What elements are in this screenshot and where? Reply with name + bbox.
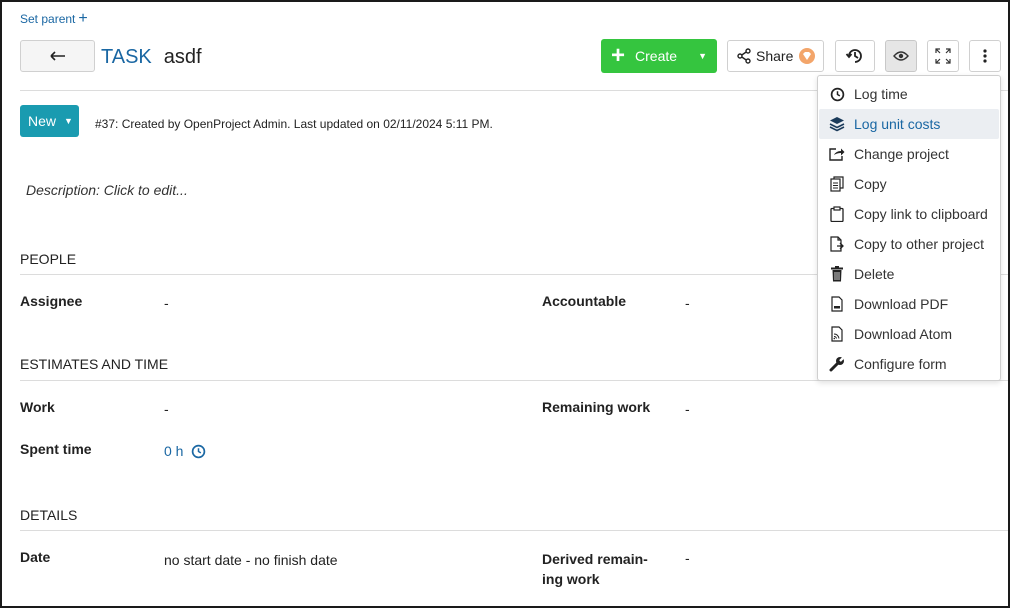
derived-label-line-2: ing work	[542, 571, 600, 587]
menu-item-delete[interactable]: Delete	[819, 259, 999, 289]
menu-item-copy-to-other-project[interactable]: Copy to other project	[819, 229, 999, 259]
spent-time-amount[interactable]: 0 h	[164, 443, 183, 459]
menu-item-configure-form[interactable]: Configure form	[819, 349, 999, 379]
menu-item-label: Download PDF	[854, 296, 949, 312]
menu-item-log-time[interactable]: Log time	[819, 79, 999, 109]
section-title-estimates: ESTIMATES AND TIME	[20, 356, 169, 372]
arrow-left-icon	[49, 51, 65, 61]
derived-remaining-work-value[interactable]: -	[685, 550, 690, 566]
assignee-label: Assignee	[20, 293, 83, 309]
date-label: Date	[20, 549, 51, 565]
date-value[interactable]: no start date - no finish date	[164, 552, 338, 568]
layers-icon	[829, 116, 845, 132]
status-label: New	[28, 113, 57, 129]
pdf-icon	[829, 296, 845, 312]
wrench-icon	[829, 356, 845, 372]
share-icon	[737, 48, 751, 64]
menu-item-copy[interactable]: Copy	[819, 169, 999, 199]
caret-down-icon: ▼	[698, 51, 707, 61]
trash-icon	[829, 266, 845, 282]
menu-item-label: Copy to other project	[854, 236, 984, 252]
remaining-work-value[interactable]: -	[685, 401, 690, 417]
work-package-view: Set parent + TASK asdf + Create ▼ Share	[0, 0, 1010, 608]
eye-icon	[893, 51, 909, 61]
menu-item-label: Log time	[854, 86, 908, 102]
menu-item-label: Download Atom	[854, 326, 953, 342]
copy-icon	[829, 176, 845, 192]
status-button[interactable]: New ▼	[20, 105, 79, 137]
menu-item-label: Delete	[854, 266, 895, 282]
create-button[interactable]: + Create ▼	[601, 39, 717, 73]
menu-item-label: Copy link to clipboard	[854, 206, 988, 222]
section-title-people: PEOPLE	[20, 251, 77, 267]
work-package-subject[interactable]: asdf	[164, 46, 202, 69]
copy-file-icon	[829, 236, 845, 252]
derived-remaining-work-label: Derived remain- ing work	[542, 549, 648, 589]
clock-icon	[829, 86, 845, 102]
fullscreen-button[interactable]	[927, 40, 959, 72]
more-actions-button[interactable]	[969, 40, 1001, 72]
spent-time-value[interactable]: 0 h	[164, 443, 206, 459]
clock-icon[interactable]	[191, 444, 206, 459]
plus-icon: +	[611, 42, 626, 69]
work-package-meta: #37: Created by OpenProject Admin. Last …	[95, 117, 493, 131]
assignee-value[interactable]: -	[164, 295, 169, 311]
activity-history-button[interactable]	[835, 40, 875, 72]
remaining-work-label: Remaining work	[542, 399, 651, 415]
menu-item-download-pdf[interactable]: Download PDF	[819, 289, 999, 319]
work-label: Work	[20, 399, 55, 415]
plus-icon: +	[78, 10, 88, 27]
back-button[interactable]	[20, 40, 95, 72]
caret-down-icon: ▼	[64, 116, 73, 126]
description-field[interactable]: Description: Click to edit...	[26, 182, 188, 198]
work-package-type[interactable]: TASK	[101, 46, 152, 69]
create-label: Create	[635, 48, 678, 64]
derived-label-line-1: Derived remain-	[542, 551, 648, 567]
kebab-menu-icon	[983, 49, 987, 63]
section-title-details: DETAILS	[20, 507, 78, 523]
menu-item-log-unit-costs[interactable]: Log unit costs	[819, 109, 999, 139]
menu-item-change-project[interactable]: Change project	[819, 139, 999, 169]
accountable-value[interactable]: -	[685, 295, 690, 311]
set-parent-label: Set parent	[20, 12, 76, 26]
page-title: TASK asdf	[101, 46, 202, 69]
share-label: Share	[756, 48, 794, 64]
clipboard-icon	[829, 206, 845, 222]
move-icon	[829, 146, 845, 162]
work-value[interactable]: -	[164, 401, 169, 417]
menu-item-copy-link[interactable]: Copy link to clipboard	[819, 199, 999, 229]
spent-time-label: Spent time	[20, 441, 92, 457]
menu-item-label: Change project	[854, 146, 949, 162]
set-parent-link[interactable]: Set parent +	[20, 10, 88, 27]
menu-item-label: Configure form	[854, 356, 947, 372]
expand-icon	[935, 48, 951, 64]
more-actions-menu: Log time Log unit costs Change project C…	[817, 75, 1001, 381]
menu-item-download-atom[interactable]: Download Atom	[819, 319, 999, 349]
section-divider	[20, 530, 1008, 531]
watch-button[interactable]	[885, 40, 917, 72]
accountable-label: Accountable	[542, 293, 627, 309]
menu-item-label: Copy	[854, 176, 887, 192]
share-button[interactable]: Share	[727, 40, 824, 72]
history-icon	[845, 49, 862, 63]
atom-icon	[829, 326, 845, 342]
enterprise-badge-icon	[799, 48, 815, 64]
menu-item-label: Log unit costs	[854, 116, 941, 132]
